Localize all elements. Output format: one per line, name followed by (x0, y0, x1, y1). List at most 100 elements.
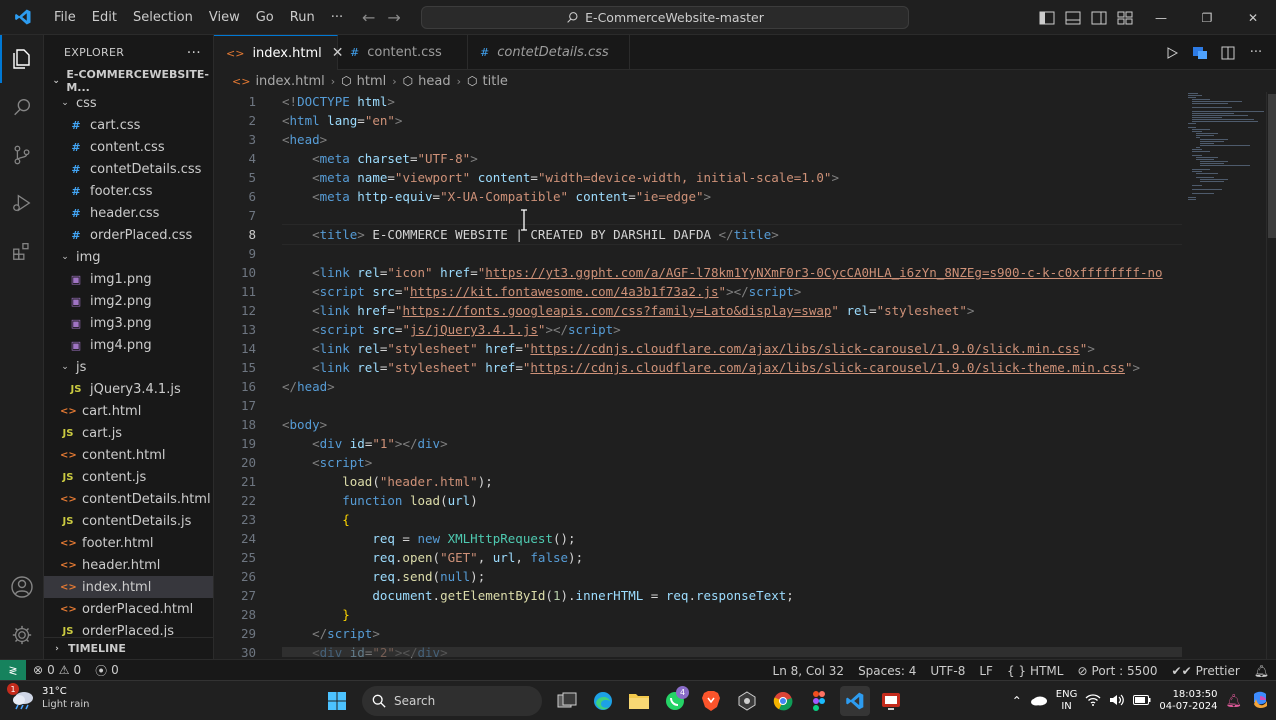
toggle-primary-sidebar-icon[interactable] (1034, 0, 1060, 35)
restore-button[interactable]: ❐ (1184, 0, 1230, 35)
code-line[interactable]: document.getElementById(1).innerHTML = r… (282, 586, 1182, 605)
code-line[interactable]: <link rel="stylesheet" href="https://cdn… (282, 339, 1182, 358)
whatsapp-icon[interactable]: 4 (660, 686, 690, 716)
code-line[interactable]: <html lang="en"> (282, 111, 1182, 130)
editor-tab[interactable]: <> index.html ✕ (214, 35, 343, 70)
extensions-icon[interactable] (0, 227, 44, 275)
menu-item-go[interactable]: Go (248, 0, 282, 35)
task-view-icon[interactable] (552, 686, 582, 716)
forward-arrow-icon[interactable]: → (387, 8, 400, 27)
indentation[interactable]: Spaces: 4 (851, 664, 923, 678)
notifications-bell-icon[interactable]: 🔔︎ (1247, 664, 1276, 678)
problems-indicator[interactable]: ⊗ 0 ⚠ 0 (26, 663, 88, 677)
run-icon[interactable] (1162, 43, 1182, 63)
folder-item[interactable]: ⌄ js (44, 356, 213, 378)
code-line[interactable]: function load(url) (282, 491, 1182, 510)
back-arrow-icon[interactable]: ← (362, 8, 375, 27)
code-area[interactable]: <!DOCTYPE html> <html lang="en"> <head> <m… (282, 92, 1182, 659)
copilot-icon[interactable] (1250, 690, 1270, 713)
onedrive-cloud-icon[interactable] (1030, 694, 1048, 709)
file-item[interactable]: # content.css (44, 136, 213, 158)
manage-gear-icon[interactable] (0, 611, 44, 659)
breadcrumb-file[interactable]: index.html (255, 74, 324, 89)
code-line[interactable]: <body> (282, 415, 1182, 434)
file-item[interactable]: <> footer.html (44, 532, 213, 554)
breadcrumb-html[interactable]: html (357, 74, 387, 89)
github-copilot-icon[interactable] (732, 686, 762, 716)
code-line[interactable] (282, 206, 1182, 225)
file-item[interactable]: <> index.html (44, 576, 213, 598)
folder-item[interactable]: ⌄ img (44, 246, 213, 268)
end-of-line[interactable]: LF (972, 664, 1000, 678)
code-line[interactable]: <link href="https://fonts.googleapis.com… (282, 301, 1182, 320)
code-line[interactable]: <link rel="icon" href="https://yt3.ggpht… (282, 263, 1182, 282)
live-server-port[interactable]: ⊘ Port : 5500 (1070, 664, 1164, 678)
code-line[interactable]: } (282, 605, 1182, 624)
menu-item-selection[interactable]: Selection (125, 0, 201, 35)
close-window-button[interactable]: ✕ (1230, 0, 1276, 35)
file-item[interactable]: JS cart.js (44, 422, 213, 444)
run-debug-icon[interactable] (0, 179, 44, 227)
minimap[interactable] (1186, 92, 1266, 222)
more-actions-icon[interactable]: ··· (187, 45, 201, 61)
battery-icon[interactable] (1133, 694, 1151, 708)
code-line[interactable]: load("header.html"); (282, 472, 1182, 491)
split-editor-icon[interactable] (1218, 43, 1238, 63)
notifications-bell-icon[interactable]: 🔔︎ (1225, 694, 1242, 709)
menu-item-file[interactable]: File (46, 0, 84, 35)
code-line[interactable]: <!DOCTYPE html> (282, 92, 1182, 111)
customize-layout-icon[interactable] (1112, 0, 1138, 35)
file-item[interactable]: <> orderPlaced.html (44, 598, 213, 620)
breadcrumb-head[interactable]: head (418, 74, 450, 89)
ports-indicator[interactable]: ⦿ 0 (88, 662, 126, 679)
file-item[interactable]: # contetDetails.css (44, 158, 213, 180)
go-live-icon[interactable] (1190, 43, 1210, 63)
code-line[interactable]: <head> (282, 130, 1182, 149)
horizontal-scrollbar[interactable] (282, 647, 1182, 657)
code-line[interactable]: req.open("GET", url, false); (282, 548, 1182, 567)
clock[interactable]: 18:03:50 04-07-2024 (1159, 689, 1217, 713)
editor-tab[interactable]: # content.css (338, 35, 468, 70)
encoding[interactable]: UTF-8 (923, 664, 972, 678)
file-explorer-icon[interactable] (624, 686, 654, 716)
file-item[interactable]: ▣ img2.png (44, 290, 213, 312)
screen-recorder-icon[interactable] (876, 686, 906, 716)
timeline-section[interactable]: › TIMELINE (44, 637, 213, 659)
code-line[interactable]: <meta charset="UTF-8"> (282, 149, 1182, 168)
file-item[interactable]: ▣ img4.png (44, 334, 213, 356)
code-line[interactable]: req = new XMLHttpRequest(); (282, 529, 1182, 548)
workspace-root-folder[interactable]: ⌄ E-COMMERCEWEBSITE-M... (44, 68, 213, 94)
chrome-browser-icon[interactable] (768, 686, 798, 716)
file-item[interactable]: # orderPlaced.css (44, 224, 213, 246)
code-line[interactable]: <div id="1"></div> (282, 434, 1182, 453)
toggle-secondary-sidebar-icon[interactable] (1086, 0, 1112, 35)
code-line[interactable]: req.send(null); (282, 567, 1182, 586)
code-line[interactable]: { (282, 510, 1182, 529)
code-line[interactable] (282, 396, 1182, 415)
editor-tab[interactable]: # contetDetails.css (468, 35, 630, 70)
vertical-scrollbar-thumb[interactable] (1268, 94, 1276, 238)
menu-item-run[interactable]: Run (282, 0, 323, 35)
wifi-icon[interactable] (1085, 693, 1101, 709)
file-item[interactable]: ▣ img3.png (44, 312, 213, 334)
vscode-taskbar-icon[interactable] (840, 686, 870, 716)
figma-icon[interactable] (804, 686, 834, 716)
file-item[interactable]: # header.css (44, 202, 213, 224)
vertical-scrollbar[interactable] (1266, 92, 1276, 659)
code-line[interactable]: <title> E-COMMERCE WEBSITE | CREATED BY … (282, 224, 1182, 245)
code-line[interactable]: <script src="js/jQuery3.4.1.js"></script… (282, 320, 1182, 339)
input-language[interactable]: ENG IN (1056, 689, 1078, 713)
file-item[interactable]: <> content.html (44, 444, 213, 466)
file-item[interactable]: <> cart.html (44, 400, 213, 422)
minimize-button[interactable]: — (1138, 0, 1184, 35)
accounts-icon[interactable] (0, 563, 44, 611)
command-center-search[interactable]: E-CommerceWebsite-master (421, 6, 909, 29)
code-line[interactable]: </head> (282, 377, 1182, 396)
code-line[interactable] (282, 244, 1182, 263)
breadcrumb-title[interactable]: title (483, 74, 508, 89)
code-line[interactable]: </script> (282, 624, 1182, 643)
more-actions-icon[interactable]: ··· (1246, 43, 1266, 63)
menu-item-edit[interactable]: Edit (84, 0, 125, 35)
windows-start-icon[interactable] (322, 686, 352, 716)
code-line[interactable]: <script src="https://kit.fontawesome.com… (282, 282, 1182, 301)
